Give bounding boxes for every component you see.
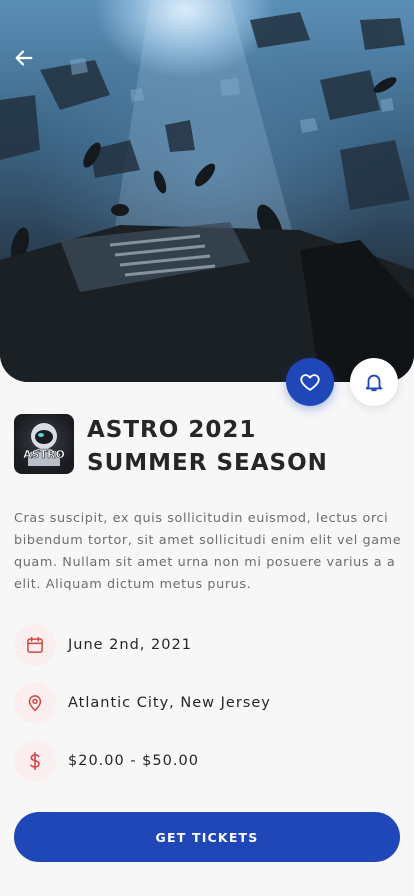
event-location: Atlantic City, New Jersey — [68, 695, 271, 711]
date-row: June 2nd, 2021 — [14, 623, 400, 667]
dollar-icon — [30, 751, 40, 771]
calendar-icon — [27, 636, 43, 653]
event-date: June 2nd, 2021 — [68, 637, 192, 653]
event-title-line2: SUMMER SEASON — [87, 450, 328, 476]
location-row: Atlantic City, New Jersey — [14, 681, 400, 725]
event-title: ASTRO 2021 SUMMER SEASON — [87, 414, 387, 480]
logo-text: ASTRO — [23, 448, 65, 461]
arrow-left-icon — [15, 50, 33, 66]
astronaut-logo-icon: ASTRO — [23, 423, 65, 466]
event-price: $20.00 - $50.00 — [68, 753, 199, 769]
back-button[interactable] — [10, 44, 38, 72]
favorite-button[interactable] — [286, 358, 334, 406]
location-icon-wrap — [14, 682, 56, 724]
price-row: $20.00 - $50.00 — [14, 739, 400, 783]
bell-icon — [365, 374, 383, 392]
notify-button[interactable] — [350, 358, 398, 406]
event-description: Cras suscipit, ex quis sollicitudin euis… — [14, 511, 402, 592]
heart-icon — [300, 374, 320, 391]
get-tickets-button[interactable]: GET TICKETS — [14, 812, 400, 862]
date-icon-wrap — [14, 624, 56, 666]
map-pin-icon — [28, 695, 42, 712]
hero-illustration — [0, 0, 414, 382]
event-title-line1: ASTRO 2021 — [87, 417, 257, 443]
event-logo: ASTRO — [14, 414, 74, 474]
hero-image — [0, 0, 414, 382]
price-icon-wrap — [14, 740, 56, 782]
